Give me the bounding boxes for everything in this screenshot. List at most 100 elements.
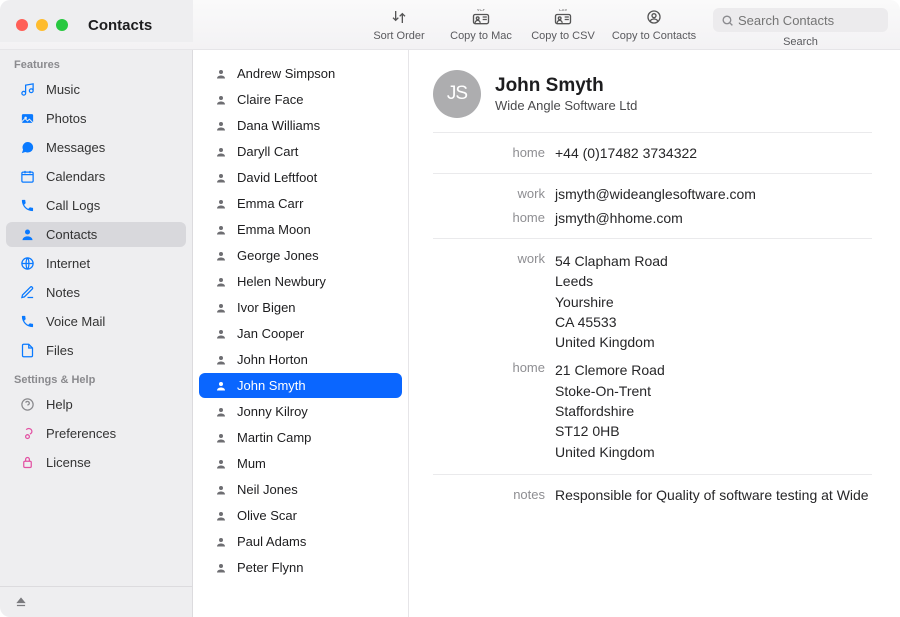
sidebar-item-files[interactable]: Files xyxy=(6,338,186,363)
sidebar-item-label: Notes xyxy=(46,285,80,300)
contact-name-label: George Jones xyxy=(237,248,319,263)
sidebar: Features Music Photos Messages Calendars… xyxy=(0,50,193,617)
sidebar-item-license[interactable]: License xyxy=(6,450,186,475)
contact-list-item[interactable]: Claire Face xyxy=(199,87,402,112)
sidebar-item-messages[interactable]: Messages xyxy=(6,135,186,160)
contact-list-item[interactable]: Dana Williams xyxy=(199,113,402,138)
voice-mail-icon xyxy=(18,314,36,329)
contact-name-label: Ivor Bigen xyxy=(237,300,296,315)
contact-detail: JS John Smyth Wide Angle Software Ltd ho… xyxy=(409,50,900,617)
person-icon xyxy=(215,406,229,418)
address-value: 54 Clapham RoadLeedsYourshireCA 45533Uni… xyxy=(555,251,872,352)
sidebar-item-internet[interactable]: Internet xyxy=(6,251,186,276)
contact-list-item[interactable]: Paul Adams xyxy=(199,529,402,554)
sidebar-item-contacts[interactable]: Contacts xyxy=(6,222,186,247)
search-field[interactable] xyxy=(713,8,888,32)
contact-list-item[interactable]: Jan Cooper xyxy=(199,321,402,346)
close-window-button[interactable] xyxy=(16,19,28,31)
person-icon xyxy=(215,302,229,314)
sidebar-item-photos[interactable]: Photos xyxy=(6,106,186,131)
fullscreen-window-button[interactable] xyxy=(56,19,68,31)
contact-name-label: Daryll Cart xyxy=(237,144,298,159)
notes-label: notes xyxy=(433,487,555,502)
copy-to-mac-label: Copy to Mac xyxy=(450,30,512,42)
contact-list-item[interactable]: Martin Camp xyxy=(199,425,402,450)
person-icon xyxy=(215,68,229,80)
contact-list-item[interactable]: Emma Carr xyxy=(199,191,402,216)
address-label: home xyxy=(433,360,555,375)
contact-name-label: David Leftfoot xyxy=(237,170,317,185)
sidebar-item-help[interactable]: Help xyxy=(6,392,186,417)
address-label: work xyxy=(433,251,555,266)
detail-header: JS John Smyth Wide Angle Software Ltd xyxy=(433,70,872,132)
sidebar-item-preferences[interactable]: Preferences xyxy=(6,421,186,446)
search-input[interactable] xyxy=(738,13,880,28)
app-window: Contacts Sort Order VCF Copy to Mac xyxy=(0,0,900,617)
contact-list[interactable]: Andrew SimpsonClaire FaceDana Williams Da… xyxy=(193,50,409,617)
contact-list-item[interactable]: Neil Jones xyxy=(199,477,402,502)
contact-list-item[interactable]: John Horton xyxy=(199,347,402,372)
internet-icon xyxy=(18,256,36,271)
person-icon xyxy=(215,120,229,132)
preferences-icon xyxy=(18,426,36,441)
contact-list-item[interactable]: Andrew Simpson xyxy=(199,61,402,86)
sidebar-item-notes[interactable]: Notes xyxy=(6,280,186,305)
body: Features Music Photos Messages Calendars… xyxy=(0,50,900,617)
sidebar-item-label: Call Logs xyxy=(46,198,100,213)
person-icon xyxy=(215,510,229,522)
contact-list-item[interactable]: Daryll Cart xyxy=(199,139,402,164)
person-icon xyxy=(215,458,229,470)
notes-icon xyxy=(18,285,36,300)
minimize-window-button[interactable] xyxy=(36,19,48,31)
contact-list-item[interactable]: Emma Moon xyxy=(199,217,402,242)
person-icon xyxy=(215,432,229,444)
sidebar-footer xyxy=(0,586,192,617)
sidebar-item-music[interactable]: Music xyxy=(6,77,186,102)
person-icon xyxy=(215,380,229,392)
sidebar-item-label: Contacts xyxy=(46,227,97,242)
sidebar-item-label: Help xyxy=(46,397,73,412)
search-icon xyxy=(721,14,734,27)
person-icon xyxy=(215,172,229,184)
phone-icon xyxy=(18,198,36,213)
search-label: Search xyxy=(783,36,818,48)
contact-list-item[interactable]: Peter Flynn xyxy=(199,555,402,580)
contact-list-item[interactable]: Jonny Kilroy xyxy=(199,399,402,424)
sidebar-item-voice-mail[interactable]: Voice Mail xyxy=(6,309,186,334)
notes-group: notes Responsible for Quality of softwar… xyxy=(433,474,872,515)
sort-order-button[interactable]: Sort Order xyxy=(359,8,439,42)
sidebar-section-features: Features xyxy=(0,50,192,75)
copy-to-mac-button[interactable]: VCF Copy to Mac xyxy=(441,8,521,42)
copy-to-csv-button[interactable]: CSV Copy to CSV xyxy=(523,8,603,42)
address-value: 21 Clemore RoadStoke-On-TrentStaffordshi… xyxy=(555,360,872,461)
sidebar-item-label: Music xyxy=(46,82,80,97)
eject-icon[interactable] xyxy=(14,595,178,609)
contact-list-item[interactable]: Mum xyxy=(199,451,402,476)
contact-name-label: Olive Scar xyxy=(237,508,297,523)
vcf-icon: VCF xyxy=(471,8,491,26)
copy-to-contacts-label: Copy to Contacts xyxy=(612,30,696,42)
contact-name-label: Peter Flynn xyxy=(237,560,303,575)
contact-list-item[interactable]: Olive Scar xyxy=(199,503,402,528)
contact-name: John Smyth xyxy=(495,75,637,97)
sidebar-item-calendars[interactable]: Calendars xyxy=(6,164,186,189)
contact-list-item[interactable]: David Leftfoot xyxy=(199,165,402,190)
contact-list-item[interactable]: John Smyth xyxy=(199,373,402,398)
sort-order-label: Sort Order xyxy=(373,30,424,42)
sidebar-item-call-logs[interactable]: Call Logs xyxy=(6,193,186,218)
email-group: workjsmyth@wideanglesoftware.comhomejsmy… xyxy=(433,173,872,238)
contact-list-item[interactable]: Ivor Bigen xyxy=(199,295,402,320)
copy-to-contacts-button[interactable]: Copy to Contacts xyxy=(605,8,703,42)
contact-list-item[interactable]: George Jones xyxy=(199,243,402,268)
email-value[interactable]: jsmyth@wideanglesoftware.com xyxy=(555,186,872,202)
phone-value[interactable]: +44 (0)17482 3734322 xyxy=(555,145,872,161)
window-controls xyxy=(16,19,68,31)
person-icon xyxy=(215,94,229,106)
photos-icon xyxy=(18,111,36,126)
contact-name-label: John Smyth xyxy=(237,378,306,393)
contact-list-item[interactable]: Helen Newbury xyxy=(199,269,402,294)
contacts-icon xyxy=(18,227,36,242)
person-icon xyxy=(215,250,229,262)
person-icon xyxy=(215,146,229,158)
email-value[interactable]: jsmyth@hhome.com xyxy=(555,210,872,226)
